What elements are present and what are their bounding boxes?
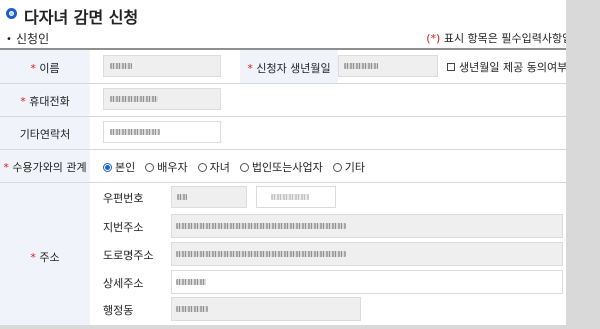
road-address-label: 도로명주소 [103, 249, 154, 262]
detail-address-label: 상세주소 [103, 277, 144, 290]
radio-selected-icon [103, 162, 112, 172]
label-column [0, 50, 90, 329]
birth-consent-label: 생년월일 제공 동의여부 [459, 61, 568, 74]
other-contact-input[interactable] [103, 121, 221, 143]
required-note-mark: (*) [426, 32, 441, 45]
bottom-edge-overlay [0, 325, 600, 329]
radio-icon [332, 162, 342, 172]
title-bullet-icon [6, 8, 17, 19]
section-bullet-icon: • [6, 34, 12, 45]
mobile-input[interactable] [103, 88, 221, 110]
radio-icon [197, 162, 207, 172]
mobile-label: * 휴대전화 [20, 95, 70, 108]
radio-icon [145, 162, 155, 172]
other-contact-label: 기타연락처 [19, 128, 71, 141]
name-input[interactable] [103, 55, 221, 77]
zip-input[interactable] [171, 186, 247, 208]
right-edge-overlay [566, 0, 600, 329]
relation-option-spouse[interactable]: 배우자 [145, 159, 188, 175]
relation-option-business[interactable]: 법인또는사업자 [239, 159, 323, 175]
row-divider [0, 83, 600, 84]
birth-consent-checkbox[interactable] [447, 63, 455, 71]
page-title: 다자녀 감면 신청 [24, 8, 139, 27]
jibun-address-label: 지번주소 [103, 221, 144, 234]
row-divider [0, 116, 600, 117]
row-divider [0, 149, 600, 150]
section-label: 신청인 [16, 32, 50, 46]
admin-dong-select[interactable] [171, 297, 361, 321]
row-divider [0, 182, 600, 183]
application-page: 다자녀 감면 신청 • 신청인 (*) 표시 항목은 필수입력사항입니다. * … [0, 0, 600, 329]
relation-label: * 수용가와의 관계 [3, 161, 87, 174]
address-label: * 주소 [30, 251, 60, 264]
relation-option-other[interactable]: 기타 [332, 159, 365, 175]
birth-label: * 신청자 생년월일 [247, 62, 331, 75]
form-top-border [0, 48, 600, 50]
relation-option-child[interactable]: 자녀 [197, 159, 230, 175]
road-address-input[interactable] [171, 242, 563, 266]
relation-option-self[interactable]: 본인 [103, 159, 135, 175]
birth-input[interactable] [338, 55, 438, 77]
jibun-address-input[interactable] [171, 214, 563, 238]
admin-dong-label: 행정동 [103, 304, 134, 317]
zip-label: 우편번호 [103, 192, 144, 205]
name-label: * 이름 [30, 62, 60, 75]
detail-address-input[interactable] [171, 270, 563, 294]
relation-radio-group: 본인 배우자 자녀 법인또는사업자 기타 [103, 159, 375, 175]
radio-icon [239, 162, 249, 172]
zip-search-button[interactable] [256, 186, 336, 208]
